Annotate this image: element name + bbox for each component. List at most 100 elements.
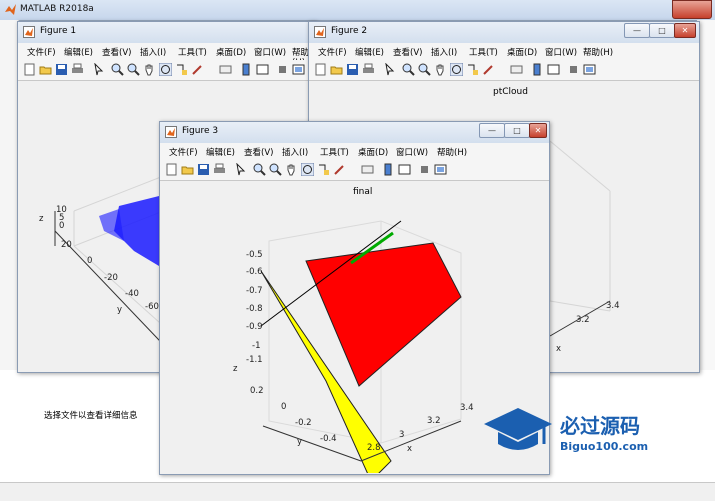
new-figure-icon[interactable] [165,163,178,176]
new-figure-icon[interactable] [23,63,36,76]
figure-icon [165,126,177,138]
colorbar-icon[interactable] [240,63,253,76]
menu-window[interactable]: 窗口(W) [254,46,286,58]
menu-tools[interactable]: 工具(T) [469,46,498,58]
open-icon[interactable] [330,63,343,76]
fig1-ytick: -40 [125,289,139,299]
pointer-icon[interactable] [92,63,105,76]
close-button[interactable]: ✕ [529,123,547,138]
save-icon[interactable] [197,163,210,176]
menu-desktop[interactable]: 桌面(D) [216,46,246,58]
menu-desktop[interactable]: 桌面(D) [358,146,388,158]
open-icon[interactable] [181,163,194,176]
main-title-bar: MATLAB R2018a [0,0,715,21]
figure-1-title-bar[interactable]: Figure 1 [18,22,316,43]
menu-view[interactable]: 查看(V) [244,146,273,158]
legend-icon[interactable] [547,63,560,76]
menu-edit[interactable]: 编辑(E) [206,146,235,158]
menu-window[interactable]: 窗口(W) [545,46,577,58]
close-button[interactable]: ✕ [674,23,696,38]
pan-icon[interactable] [143,63,156,76]
main-status-bar [0,482,715,501]
colorbar-icon[interactable] [382,163,395,176]
print-icon[interactable] [71,63,84,76]
menu-help[interactable]: 帮助(H) [437,146,467,158]
menu-insert[interactable]: 插入(I) [140,46,166,58]
fig3-ztick: -1 [252,341,261,351]
rotate-icon[interactable] [159,63,172,76]
figure-2-toolbar [309,60,699,81]
menu-view[interactable]: 查看(V) [102,46,131,58]
pan-icon[interactable] [285,163,298,176]
pointer-icon[interactable] [234,163,247,176]
brush-icon[interactable] [482,63,495,76]
zoom-in-icon[interactable] [111,63,124,76]
graduation-cap-logo-icon [484,408,552,450]
menu-file[interactable]: 文件(F) [27,46,56,58]
brush-icon[interactable] [333,163,346,176]
open-icon[interactable] [39,63,52,76]
hide-tools-icon[interactable] [567,63,580,76]
rotate-icon[interactable] [301,163,314,176]
menu-desktop[interactable]: 桌面(D) [507,46,537,58]
figure-3-title-bar[interactable]: Figure 3 — □ ✕ [160,122,549,143]
minimize-button[interactable]: — [624,23,650,38]
save-icon[interactable] [55,63,68,76]
figure-3-toolbar [160,160,549,181]
menu-edit[interactable]: 编辑(E) [355,46,384,58]
print-icon[interactable] [213,163,226,176]
show-tools-icon[interactable] [583,63,596,76]
menu-view[interactable]: 查看(V) [393,46,422,58]
menu-file[interactable]: 文件(F) [318,46,347,58]
link-icon[interactable] [510,63,523,76]
link-icon[interactable] [361,163,374,176]
brush-icon[interactable] [191,63,204,76]
menu-insert[interactable]: 插入(I) [282,146,308,158]
show-tools-icon[interactable] [434,163,447,176]
print-icon[interactable] [362,63,375,76]
legend-icon[interactable] [398,163,411,176]
red-plane [305,242,462,387]
main-close-button[interactable] [672,0,712,19]
rotate-icon[interactable] [450,63,463,76]
fig3-ztick: -1.1 [246,355,263,365]
menu-insert[interactable]: 插入(I) [431,46,457,58]
hide-tools-icon[interactable] [276,63,289,76]
minimize-button[interactable]: — [479,123,505,138]
pointer-icon[interactable] [383,63,396,76]
menu-window[interactable]: 窗口(W) [396,146,428,158]
maximize-button[interactable]: □ [504,123,530,138]
new-figure-icon[interactable] [314,63,327,76]
data-cursor-icon[interactable] [175,63,188,76]
fig1-ytick: 20 [61,240,72,250]
fig3-xtick: 3.2 [427,416,441,426]
figure-1-title: Figure 1 [40,26,77,36]
colorbar-icon[interactable] [531,63,544,76]
fig3-ztick: -0.7 [246,286,263,296]
figure-2-title-bar[interactable]: Figure 2 — □ ✕ [309,22,699,43]
hide-tools-icon[interactable] [418,163,431,176]
maximize-button[interactable]: □ [649,23,675,38]
menu-tools[interactable]: 工具(T) [178,46,207,58]
zoom-out-icon[interactable] [418,63,431,76]
data-cursor-icon[interactable] [466,63,479,76]
fig3-xtick: 2.8 [367,443,381,453]
pan-icon[interactable] [434,63,447,76]
menu-edit[interactable]: 编辑(E) [64,46,93,58]
figure-icon [314,26,326,38]
menu-help[interactable]: 帮助(H) [583,46,613,58]
fig3-zlabel: z [233,364,238,374]
data-cursor-icon[interactable] [317,163,330,176]
show-tools-icon[interactable] [292,63,305,76]
link-icon[interactable] [219,63,232,76]
watermark-text: 必过源码 [560,414,640,438]
menu-tools[interactable]: 工具(T) [320,146,349,158]
zoom-out-icon[interactable] [127,63,140,76]
fig3-ytick: -0.2 [295,418,312,428]
zoom-in-icon[interactable] [253,163,266,176]
zoom-in-icon[interactable] [402,63,415,76]
menu-file[interactable]: 文件(F) [169,146,198,158]
legend-icon[interactable] [256,63,269,76]
save-icon[interactable] [346,63,359,76]
zoom-out-icon[interactable] [269,163,282,176]
